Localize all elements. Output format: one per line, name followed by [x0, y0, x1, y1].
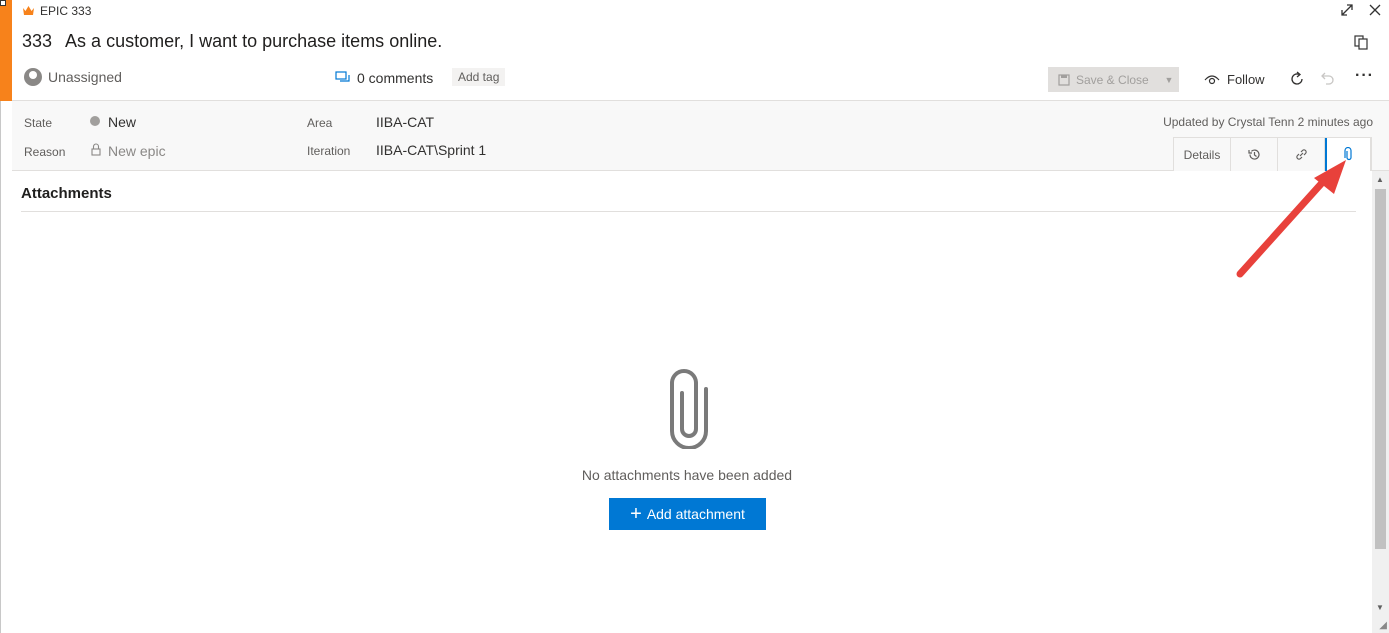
state-indicator-icon — [90, 116, 100, 126]
state-value[interactable]: New — [108, 114, 136, 130]
scroll-up-arrow-icon[interactable]: ▲ — [1376, 175, 1384, 184]
vertical-scrollbar[interactable]: ▲ ▼ — [1372, 171, 1389, 633]
reason-label: Reason — [24, 145, 66, 159]
iteration-value[interactable]: IIBA-CAT\Sprint 1 — [376, 142, 486, 158]
window-corner-marker — [0, 0, 6, 6]
follow-button[interactable]: Follow — [1204, 72, 1265, 87]
updated-by-text[interactable]: Updated by Crystal Tenn 2 minutes ago — [1163, 115, 1373, 129]
comments-link[interactable]: 0 comments — [335, 70, 433, 86]
area-label: Area — [307, 116, 333, 130]
eye-icon — [1204, 74, 1220, 84]
work-item-header: EPIC 333 333 As a customer, I want to pu… — [12, 0, 1389, 101]
work-item-title[interactable]: As a customer, I want to purchase items … — [65, 31, 442, 52]
refresh-icon[interactable] — [1288, 70, 1306, 88]
tab-details-label: Details — [1183, 147, 1221, 162]
avatar — [24, 68, 42, 86]
scroll-thumb[interactable] — [1375, 189, 1386, 549]
empty-state-message: No attachments have been added — [581, 467, 793, 483]
assigned-to-label: Unassigned — [48, 69, 122, 85]
scroll-down-arrow-icon[interactable]: ▼ — [1376, 603, 1384, 612]
add-tag-button[interactable]: Add tag — [452, 68, 506, 86]
work-item-type-color-bar — [0, 0, 12, 101]
work-item-title-row[interactable]: 333 As a customer, I want to purchase it… — [22, 31, 442, 52]
work-item-fields: State New Reason New epic Area IIBA-CAT … — [12, 101, 1389, 171]
paperclip-icon — [670, 369, 708, 449]
attachments-panel: Attachments No attachments have been add… — [2, 171, 1372, 633]
attachments-heading: Attachments — [21, 185, 112, 202]
work-item-type-label: EPIC 333 — [40, 4, 92, 18]
work-item-type-row: EPIC 333 — [22, 4, 91, 18]
add-attachment-button[interactable]: + Add attachment — [609, 498, 766, 530]
state-label: State — [24, 116, 53, 130]
assigned-to-picker[interactable]: Unassigned — [24, 68, 122, 86]
undo-icon[interactable] — [1318, 70, 1336, 88]
copy-icon[interactable] — [1353, 34, 1369, 50]
save-options-chevron-icon[interactable]: ▼ — [1159, 75, 1179, 85]
more-actions-icon[interactable]: ··· — [1355, 67, 1374, 85]
save-close-label: Save & Close — [1076, 72, 1149, 87]
follow-label: Follow — [1227, 72, 1265, 87]
work-item-id: 333 — [22, 31, 53, 51]
annotation-arrow-icon — [1236, 160, 1346, 278]
add-attachment-label: Add attachment — [646, 506, 745, 522]
close-icon[interactable] — [1368, 3, 1382, 22]
resize-grip-icon[interactable]: ◢ — [1379, 620, 1387, 631]
iteration-label: Iteration — [307, 144, 351, 158]
section-divider — [21, 211, 1356, 212]
tab-details[interactable]: Details — [1174, 138, 1231, 171]
comment-icon — [335, 71, 350, 82]
reason-value: New epic — [108, 143, 166, 159]
plus-icon: + — [630, 503, 642, 525]
lock-icon — [91, 143, 101, 156]
crown-icon — [23, 6, 34, 15]
area-value[interactable]: IIBA-CAT — [376, 114, 434, 130]
comments-count: 0 comments — [357, 70, 434, 86]
maximize-icon[interactable] — [1340, 3, 1354, 22]
save-close-button[interactable]: Save & Close ▼ — [1048, 67, 1179, 92]
save-icon — [1058, 73, 1070, 86]
